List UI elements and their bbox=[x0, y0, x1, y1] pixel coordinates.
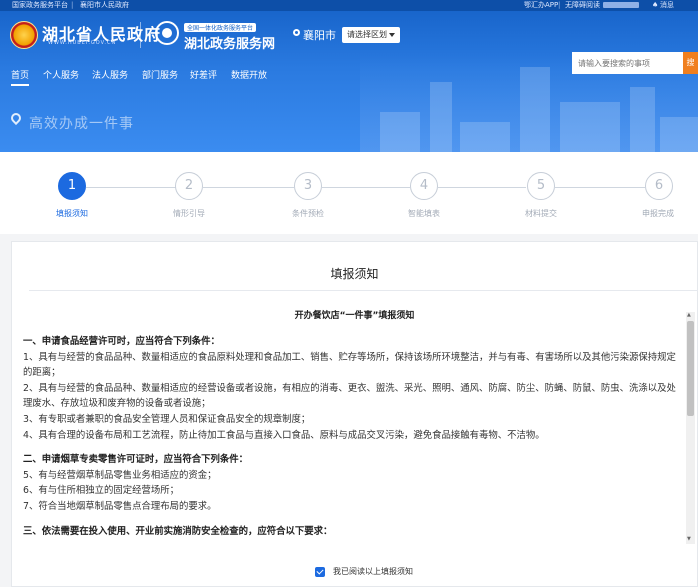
search-input[interactable] bbox=[572, 52, 683, 74]
link-app[interactable]: 鄂汇办APP bbox=[524, 0, 558, 11]
step-3-label: 条件预检 bbox=[292, 209, 324, 218]
nav-department[interactable]: 部门服务 bbox=[142, 68, 178, 81]
step-connector bbox=[86, 187, 179, 188]
list-item: 6、有与住所相独立的固定经营场所； bbox=[23, 485, 179, 497]
list-item: 5、有与经营烟草制品零售业务相适应的资金； bbox=[23, 469, 217, 481]
caret-down-icon bbox=[389, 32, 395, 37]
service-tag: 全国一体化政务服务平台 bbox=[184, 23, 257, 32]
step-5-label: 材料提交 bbox=[525, 209, 557, 218]
location-icon bbox=[293, 29, 300, 36]
step-3-circle: 3 bbox=[294, 172, 322, 200]
nav-corporate[interactable]: 法人服务 bbox=[92, 68, 128, 81]
header-divider bbox=[140, 22, 141, 48]
national-emblem-icon bbox=[10, 21, 38, 49]
nav-evaluation[interactable]: 好差评 bbox=[190, 68, 217, 81]
step-4-label: 智能填表 bbox=[408, 209, 440, 218]
link-xiangyang-gov[interactable]: 襄阳市人民政府 bbox=[80, 0, 129, 11]
list-item: 2、具有与经营的食品品种、数量相适应的经营设备或者设施，有相应的消毒、更衣、盥洗… bbox=[23, 382, 676, 410]
service-logo-icon bbox=[155, 21, 179, 45]
card-title: 填报须知 bbox=[330, 267, 379, 281]
scrollbar-thumb[interactable] bbox=[687, 321, 694, 416]
step-5-circle: 5 bbox=[527, 172, 555, 200]
step-connector bbox=[322, 187, 410, 188]
step-connector bbox=[555, 187, 645, 188]
bell-icon[interactable]: ♠ bbox=[652, 0, 658, 11]
link-national-platform[interactable]: 国家政务服务平台 bbox=[12, 0, 68, 11]
nav-home[interactable]: 首页 bbox=[11, 68, 30, 86]
section-heading: 一、申请食品经营许可时，应当符合下列条件： bbox=[23, 336, 220, 347]
scroll-up-icon[interactable]: ▲ bbox=[687, 312, 691, 318]
section-heading: 二、申请烟草专卖零售许可证时，应当符合下列条件： bbox=[23, 454, 249, 466]
section-heading: 三、依法需要在投入使用、开业前实施消防安全检查的，应符合以下要求： bbox=[23, 525, 333, 537]
step-1-label: 填报须知 bbox=[56, 209, 88, 218]
link-messages[interactable]: 消息 bbox=[660, 0, 674, 11]
list-item: 1、具有与经营的食品品种、数量相适应的食品原料处理和食品加工、销售、贮存等场所，… bbox=[23, 351, 676, 379]
step-progress bbox=[0, 152, 698, 234]
nav-open-data[interactable]: 数据开放 bbox=[231, 68, 267, 81]
list-item: 3、有专职或者兼职的食品安全管理人员和保证食品安全的规章制度； bbox=[23, 413, 311, 425]
service-title[interactable]: 湖北政务服务网 bbox=[184, 33, 275, 52]
region-select[interactable]: 请选择区划 bbox=[342, 27, 400, 43]
list-item: 7、符合当地烟草制品零售点合理布局的要求。 bbox=[23, 500, 217, 512]
step-2-label: 情形引导 bbox=[173, 209, 205, 218]
banner-title: 高效办成一件事 bbox=[29, 116, 134, 132]
site-subtitle: WWW.HUBEI.GOV.CN bbox=[48, 40, 117, 46]
step-6-circle: 6 bbox=[645, 172, 673, 200]
step-connector bbox=[438, 187, 526, 188]
current-city[interactable]: 襄阳市 bbox=[303, 27, 336, 43]
confirm-checkbox[interactable] bbox=[315, 567, 325, 577]
nav-personal[interactable]: 个人服务 bbox=[43, 68, 79, 81]
step-connector bbox=[203, 187, 294, 188]
confirm-label[interactable]: 我已阅读以上填报须知 bbox=[333, 566, 413, 577]
scroll-down-icon[interactable]: ▼ bbox=[687, 536, 691, 542]
doc-title: 开办餐饮店“一件事”填报须知 bbox=[294, 311, 415, 321]
link-accessibility[interactable]: 无障碍阅读 bbox=[565, 0, 600, 11]
title-divider bbox=[29, 290, 698, 291]
notice-content[interactable]: 一、申请食品经营许可时，应当符合下列条件： 1、具有与经营的食品品种、数量相适应… bbox=[23, 334, 679, 544]
step-2-circle: 2 bbox=[175, 172, 203, 200]
step-6-label: 申报完成 bbox=[642, 209, 674, 218]
top-utility-bar: 国家政务服务平台 | 襄阳市人民政府 鄂汇办APP | 无障碍阅读 ♠ 消息 bbox=[0, 0, 698, 11]
step-1-circle: 1 bbox=[58, 172, 86, 200]
user-account[interactable] bbox=[603, 2, 639, 8]
list-item: 4、具有合理的设备布局和工艺流程，防止待加工食品与直接入口食品、原料与成品交叉污… bbox=[23, 429, 545, 441]
step-4-circle: 4 bbox=[410, 172, 438, 200]
search-button[interactable]: 搜 bbox=[683, 52, 698, 74]
